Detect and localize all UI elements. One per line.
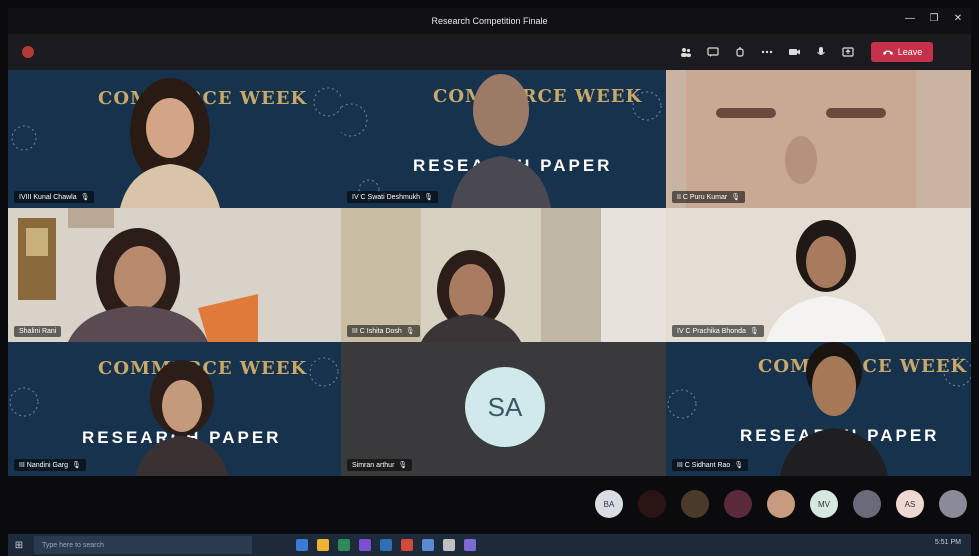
participant-name-label: III C Ishita Dosh 🎙 <box>347 325 420 337</box>
app-icon[interactable] <box>317 539 329 551</box>
video-grid: COMMERCE WEEK IVIII Kunal Chawla 🎙 COMMER… <box>8 70 971 476</box>
video-tile[interactable]: COMMERCE WEEK RESEARCH PAPER III C Sidha… <box>666 342 971 476</box>
avatar-initials: SA <box>487 391 523 422</box>
participant-video <box>451 74 551 208</box>
minimize-button[interactable]: — <box>903 13 917 24</box>
participant-video <box>780 342 888 476</box>
recording-icon <box>22 46 34 58</box>
app-icon[interactable] <box>464 539 476 551</box>
close-button[interactable]: ✕ <box>951 13 965 24</box>
video-tile[interactable]: Shalini Rani <box>8 208 341 342</box>
participant-name: III C Ishita Dosh <box>352 327 402 335</box>
participant-name: Simran arthur <box>352 461 395 469</box>
mic-icon: 🎙 <box>424 194 433 201</box>
leave-label: Leave <box>897 47 923 57</box>
app-icon[interactable] <box>401 539 413 551</box>
app-icon[interactable] <box>338 539 350 551</box>
app-icon[interactable] <box>380 539 392 551</box>
more-icon[interactable] <box>757 42 777 62</box>
taskbar-search[interactable]: Type here to search <box>34 536 252 554</box>
mic-icon: 🎙 <box>749 328 759 335</box>
app-icon[interactable] <box>443 539 455 551</box>
avatar[interactable]: AS <box>896 490 924 518</box>
leave-button[interactable]: Leave <box>871 42 933 62</box>
mic-icon: 🎙 <box>398 462 408 469</box>
participant-name-label: III C Sidhant Rao 🎙 <box>672 459 749 471</box>
avatar-initials: MV <box>818 499 830 509</box>
window-title: Research Competition Finale <box>431 16 548 26</box>
taskbar-clock[interactable]: 5:51 PM <box>935 539 961 546</box>
meeting-toolbar: Leave <box>8 34 971 70</box>
avatar[interactable] <box>724 490 752 518</box>
people-icon[interactable] <box>676 42 696 62</box>
chat-icon[interactable] <box>703 42 723 62</box>
participant-name: III C Sidhant Rao <box>677 461 731 469</box>
mic-icon: 🎙 <box>734 462 744 469</box>
app-icon[interactable] <box>359 539 371 551</box>
participant-name-label: IV C Swati Deshmukh 🎙 <box>347 191 438 203</box>
windows-taskbar: ⊞ Type here to search 5:51 PM <box>8 534 971 556</box>
participant-name: IVIII Kunal Chawla <box>19 193 77 201</box>
participant-name-label: Shalini Rani <box>14 326 62 337</box>
mic-icon: 🎙 <box>731 194 741 201</box>
participant-name: Shalini Rani <box>19 328 57 335</box>
video-tile[interactable]: COMMERCE WEEK RESEARCH PAPER III Nandini… <box>8 342 341 476</box>
video-tile[interactable]: II C Puru Kumar 🎙 <box>666 70 971 208</box>
participant-name-label: Simran arthur 🎙 <box>347 459 413 471</box>
participant-name: IV C Prachika Bhonda <box>677 327 746 335</box>
video-tile[interactable]: SA Simran arthur 🎙 <box>341 342 666 476</box>
video-tile[interactable]: COMMERCE WEEK RESEARCH PAPER IV C Swati … <box>341 70 666 208</box>
participant-name-label: IV C Prachika Bhonda 🎙 <box>672 325 764 337</box>
app-icon[interactable] <box>422 539 434 551</box>
maximize-button[interactable]: ❐ <box>927 13 941 24</box>
participant-video <box>341 208 666 342</box>
start-button[interactable]: ⊞ <box>8 540 30 551</box>
share-icon[interactable] <box>838 42 858 62</box>
avatar[interactable] <box>939 490 967 518</box>
camera-icon[interactable] <box>784 42 804 62</box>
participant-video <box>120 78 220 208</box>
mic-icon: 🎙 <box>80 194 90 201</box>
mic-icon: 🎙 <box>72 462 81 469</box>
avatar[interactable] <box>638 490 666 518</box>
meeting-controls: Leave <box>676 42 933 62</box>
participant-avatars: BA MV AS <box>595 490 967 518</box>
video-tile[interactable]: III C Ishita Dosh 🎙 <box>341 208 666 342</box>
search-placeholder: Type here to search <box>42 541 104 549</box>
participant-name: II C Puru Kumar <box>677 193 728 201</box>
avatar[interactable]: MV <box>810 490 838 518</box>
video-tile[interactable]: IV C Prachika Bhonda 🎙 <box>666 208 971 342</box>
avatar[interactable] <box>853 490 881 518</box>
mic-icon: 🎙 <box>405 328 415 335</box>
participant-name: III Nandini Garg <box>19 461 69 469</box>
taskbar-apps <box>296 539 476 551</box>
participant-name: IV C Swati Deshmukh <box>352 193 421 201</box>
participant-name-label: IVIII Kunal Chawla 🎙 <box>14 191 95 203</box>
participant-video <box>686 70 916 208</box>
title-bar: Research Competition Finale — ❐ ✕ <box>8 8 971 34</box>
avatar[interactable] <box>767 490 795 518</box>
app-icon[interactable] <box>296 539 308 551</box>
avatar-initials: BA <box>603 499 615 509</box>
window-controls: — ❐ ✕ <box>903 13 965 24</box>
avatar[interactable] <box>681 490 709 518</box>
participant-video <box>136 360 228 476</box>
mic-icon[interactable] <box>811 42 831 62</box>
participant-name-label: II C Puru Kumar 🎙 <box>672 191 746 203</box>
phone-hangup-icon <box>882 50 893 55</box>
avatar[interactable]: BA <box>595 490 623 518</box>
participant-video <box>666 208 971 342</box>
participant-name-label: III Nandini Garg 🎙 <box>14 459 86 471</box>
raise-hand-icon[interactable] <box>730 42 750 62</box>
participant-video <box>8 208 341 342</box>
avatar: SA <box>465 367 545 447</box>
participant-strip: BA MV AS <box>8 476 971 532</box>
avatar-initials: AS <box>904 499 916 509</box>
video-tile[interactable]: COMMERCE WEEK IVIII Kunal Chawla 🎙 <box>8 70 341 208</box>
